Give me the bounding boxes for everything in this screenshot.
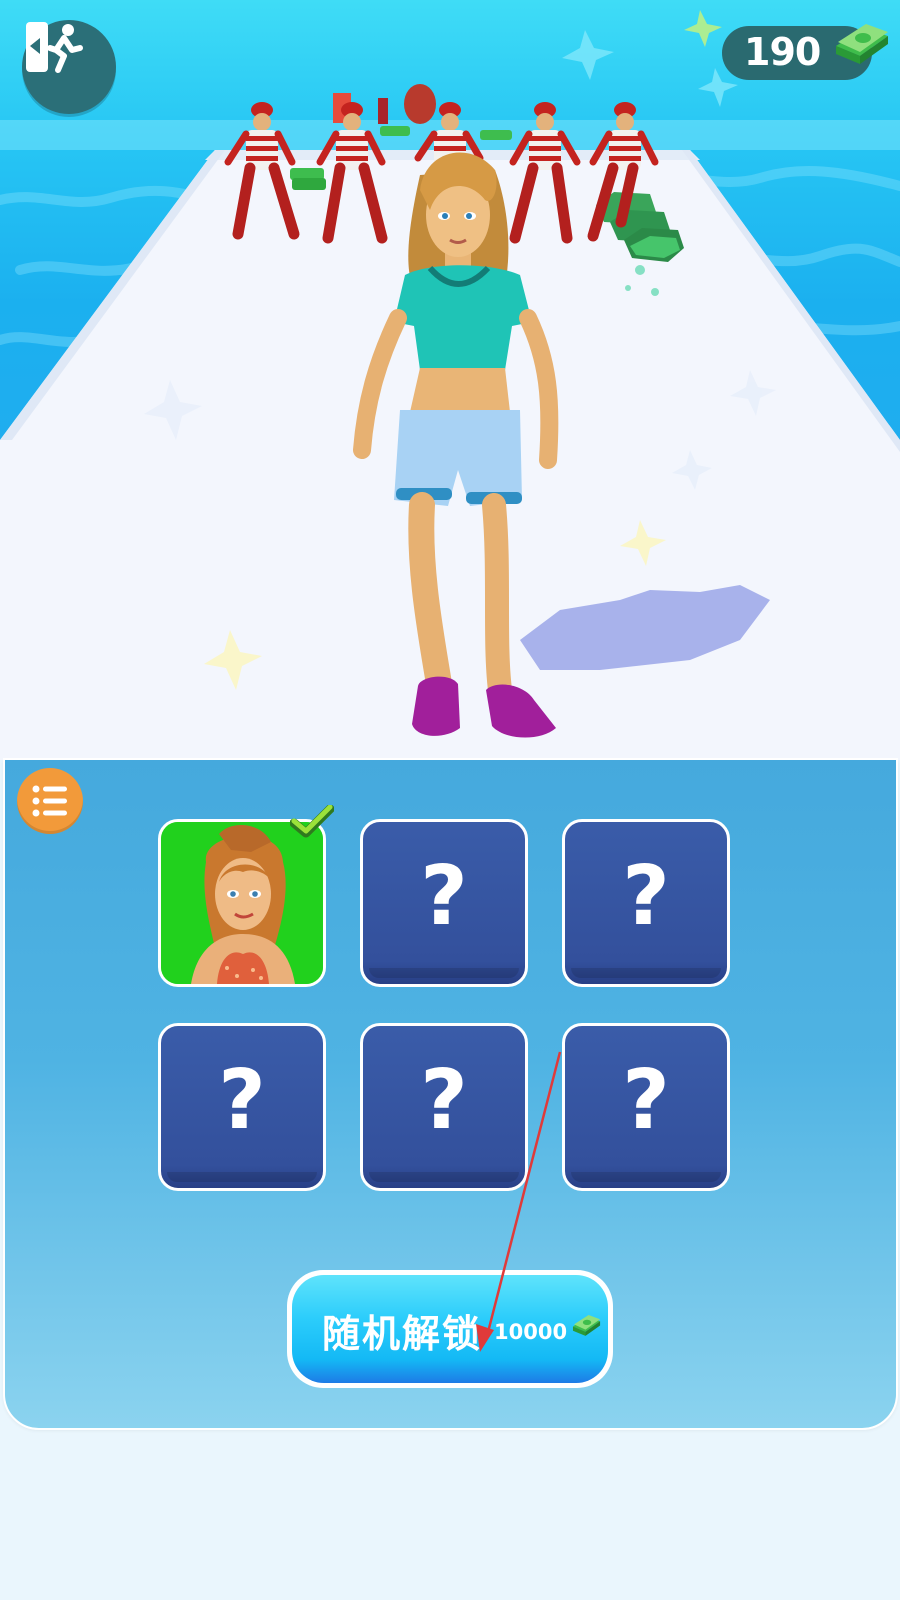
menu-button[interactable] [17, 768, 83, 834]
skin-slot-locked[interactable]: ? [360, 1023, 528, 1191]
skin-slot-locked[interactable]: ? [562, 819, 730, 987]
skin-slot-locked[interactable]: ? [158, 1023, 326, 1191]
random-unlock-price: 10000 [494, 1320, 568, 1344]
exit-button[interactable] [22, 20, 116, 114]
question-mark-icon: ? [218, 1053, 266, 1148]
selected-check-icon [290, 805, 334, 838]
random-unlock-label: 随机解锁 [322, 1312, 483, 1356]
cash-stack-icon [836, 24, 888, 64]
skin-slot-locked[interactable]: ? [360, 819, 528, 987]
game-scene: 190 [0, 0, 900, 760]
skin-slot-locked[interactable]: ? [562, 1023, 730, 1191]
exit-door-runner-icon [26, 22, 83, 73]
scene-illustration [0, 10, 900, 760]
list-menu-icon [32, 785, 67, 817]
money-value: 190 [744, 30, 821, 74]
question-mark-icon: ? [420, 1053, 468, 1148]
question-mark-icon: ? [420, 849, 468, 944]
character-portrait [161, 822, 323, 984]
random-unlock-button-face: 随机解锁 10000 [292, 1275, 608, 1383]
cash-stack-icon [572, 1315, 601, 1336]
question-mark-icon: ? [622, 1053, 670, 1148]
question-mark-icon: ? [622, 849, 670, 944]
random-unlock-button[interactable]: 随机解锁 10000 [287, 1270, 613, 1388]
skin-slot-unlocked[interactable] [158, 819, 326, 987]
